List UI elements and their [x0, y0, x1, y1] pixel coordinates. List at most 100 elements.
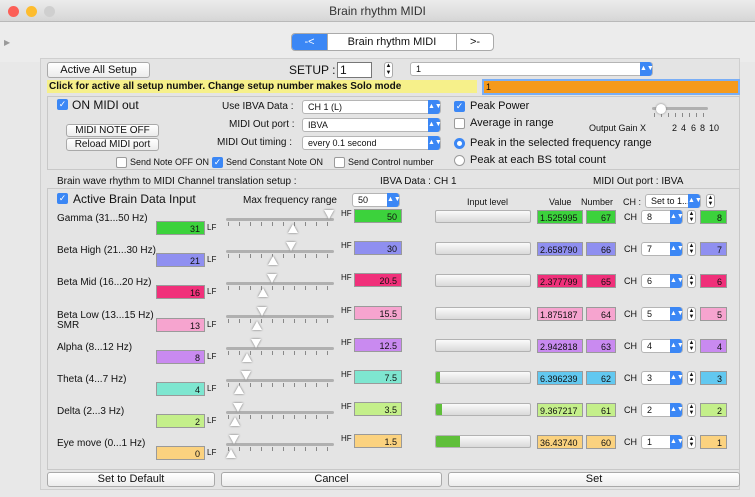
next-button[interactable]: >-: [457, 34, 493, 50]
channel-out-box: 3: [700, 371, 727, 385]
channel-stepper[interactable]: ▲ ▼: [687, 210, 696, 224]
set-to-default-button[interactable]: Set to Default: [47, 472, 215, 487]
hf-thumb[interactable]: [251, 339, 261, 348]
frequency-range-slider[interactable]: [226, 435, 338, 460]
setup-select[interactable]: 1 ▲▼: [410, 62, 654, 76]
max-frequency-select[interactable]: 50 ▲▼: [352, 193, 401, 207]
channel-select[interactable]: 1 ▲▼: [641, 435, 684, 449]
input-level-meter: [435, 307, 531, 320]
frequency-range-slider[interactable]: [226, 307, 338, 332]
chevron-down-icon: ▲▼: [387, 193, 401, 207]
lf-thumb[interactable]: [268, 256, 278, 265]
channel-select[interactable]: 6 ▲▼: [641, 274, 684, 288]
output-gain-thumb[interactable]: [656, 104, 666, 114]
frequency-range-slider[interactable]: [226, 274, 338, 299]
chevron-down-icon: ▲▼: [640, 62, 654, 76]
channel-value: 6: [647, 276, 653, 286]
channel-select[interactable]: 2 ▲▼: [641, 403, 684, 417]
midi-out-port-select[interactable]: IBVA ▲▼: [302, 118, 442, 132]
hf-value-box: 1.5: [354, 434, 402, 448]
value-box: 6.396239: [537, 371, 583, 385]
peak-selected-label: Peak in the selected frequency range: [470, 137, 652, 149]
sidebar-toggle-icon[interactable]: ▶: [4, 38, 10, 47]
setup-stepper[interactable]: ▲ ▼: [384, 62, 393, 78]
channel-stepper[interactable]: ▲ ▼: [687, 242, 696, 256]
average-in-range-checkbox[interactable]: [454, 118, 465, 129]
slider-ticks: [228, 383, 336, 387]
band-name: Gamma (31...50 Hz): [57, 213, 148, 224]
peak-each-radio[interactable]: [454, 155, 465, 166]
channel-select[interactable]: 5 ▲▼: [641, 307, 684, 321]
lf-label: LF: [207, 223, 217, 232]
reload-midi-port-button[interactable]: Reload MIDI port: [66, 138, 159, 151]
frequency-range-slider[interactable]: [226, 210, 338, 235]
set-button[interactable]: Set: [448, 472, 740, 487]
number-box: 63: [586, 339, 616, 353]
channel-stepper[interactable]: ▲ ▼: [687, 403, 696, 417]
lf-thumb[interactable]: [234, 385, 244, 394]
output-gain-slider[interactable]: [652, 104, 712, 118]
channel-select[interactable]: 8 ▲▼: [641, 210, 684, 224]
lf-thumb[interactable]: [252, 321, 262, 330]
setup-number-field[interactable]: 1: [337, 62, 372, 78]
lf-thumb[interactable]: [242, 353, 252, 362]
peak-power-checkbox[interactable]: ✓: [454, 101, 465, 112]
channel-stepper[interactable]: ▲ ▼: [687, 274, 696, 288]
use-ibva-select[interactable]: CH 1 (L) ▲▼: [302, 100, 442, 114]
frequency-range-slider[interactable]: [226, 339, 338, 364]
channel-out-box: 1: [700, 435, 727, 449]
channel-value: 7: [647, 244, 653, 254]
ch-label: CH: [624, 437, 637, 447]
hf-thumb[interactable]: [324, 210, 334, 219]
channel-stepper[interactable]: ▲ ▼: [687, 307, 696, 321]
hf-thumb[interactable]: [267, 274, 277, 283]
active-brain-checkbox[interactable]: ✓: [57, 193, 68, 204]
channel-select[interactable]: 4 ▲▼: [641, 339, 684, 353]
lf-thumb[interactable]: [288, 224, 298, 233]
active-all-setup-button[interactable]: Active All Setup: [47, 62, 150, 78]
frequency-range-slider[interactable]: [226, 242, 338, 267]
hf-thumb[interactable]: [257, 307, 267, 316]
send-note-off-checkbox[interactable]: [116, 157, 127, 168]
ch-set-select[interactable]: Set to 1...8 ▲▼: [645, 194, 702, 208]
chevron-down-icon: ▲▼: [670, 242, 684, 256]
midi-note-off-button[interactable]: MIDI NOTE OFF: [66, 124, 159, 137]
channel-select[interactable]: 3 ▲▼: [641, 371, 684, 385]
setup-name-field[interactable]: 1: [482, 79, 740, 95]
peak-selected-radio[interactable]: [454, 138, 465, 149]
lf-value-box: 8: [156, 350, 205, 364]
hf-thumb[interactable]: [229, 435, 239, 444]
on-midi-out-checkbox[interactable]: ✓: [57, 99, 68, 110]
channel-select[interactable]: 7 ▲▼: [641, 242, 684, 256]
frequency-range-slider[interactable]: [226, 371, 338, 396]
hf-thumb[interactable]: [286, 242, 296, 251]
lf-value-box: 13: [156, 318, 205, 332]
send-control-number-checkbox[interactable]: [334, 157, 345, 168]
send-constant-note-checkbox[interactable]: ✓: [212, 157, 223, 168]
value-box: 1.525995: [537, 210, 583, 224]
slider-track: [226, 282, 334, 285]
channel-stepper[interactable]: ▲ ▼: [687, 339, 696, 353]
hf-thumb[interactable]: [241, 371, 251, 380]
lf-thumb[interactable]: [258, 288, 268, 297]
frequency-range-slider[interactable]: [226, 403, 338, 428]
band-name: Delta (2...3 Hz): [57, 406, 125, 417]
navigation-segment: -< Brain rhythm MIDI >-: [291, 33, 494, 51]
average-in-range-label: Average in range: [470, 117, 554, 129]
lf-thumb[interactable]: [230, 417, 240, 426]
lf-thumb[interactable]: [226, 449, 236, 458]
slider-ticks: [228, 254, 336, 258]
gain-tick-4: 4: [681, 123, 687, 133]
midi-out-timing-select[interactable]: every 0.1 second ▲▼: [302, 136, 442, 150]
channel-stepper[interactable]: ▲ ▼: [687, 371, 696, 385]
window-title: Brain rhythm MIDI: [329, 4, 426, 18]
input-level-meter: [435, 435, 531, 448]
ch-set-stepper[interactable]: ▲ ▼: [706, 194, 715, 208]
channel-stepper[interactable]: ▲ ▼: [687, 435, 696, 449]
peak-power-label: Peak Power: [470, 100, 530, 112]
hf-value-box: 50: [354, 209, 402, 223]
cancel-button[interactable]: Cancel: [221, 472, 442, 487]
hf-thumb[interactable]: [233, 403, 243, 412]
prev-button[interactable]: -<: [292, 34, 327, 50]
max-frequency-value: 50: [358, 195, 369, 205]
